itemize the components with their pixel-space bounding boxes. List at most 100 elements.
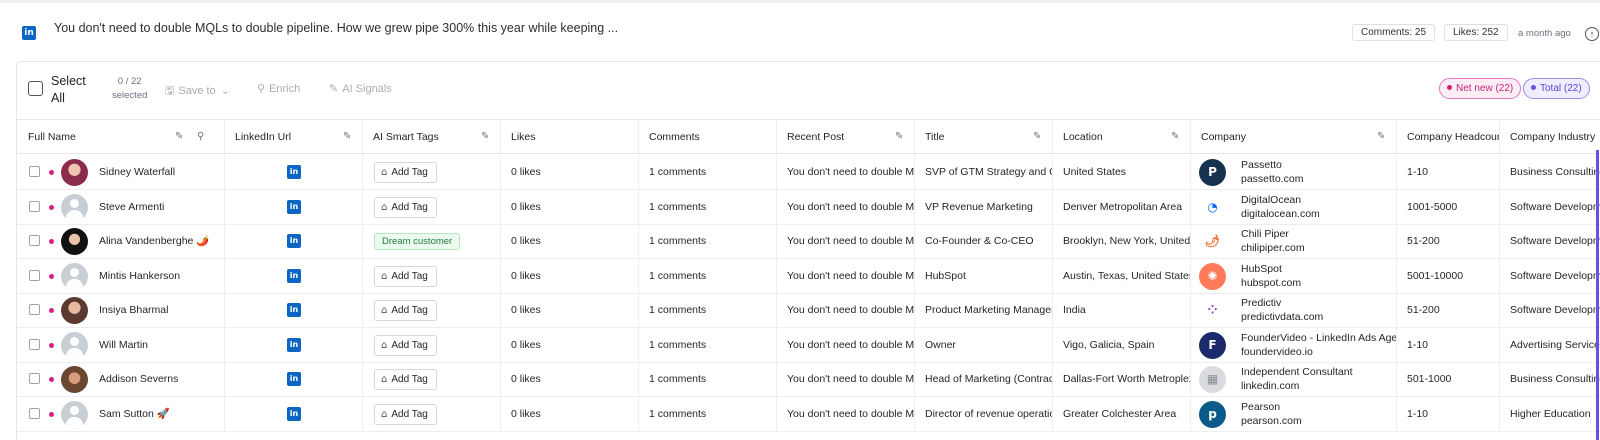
column-header-recent-post[interactable]: Recent Post ✎ bbox=[777, 120, 915, 153]
add-tag-button[interactable]: ⌂ Add Tag bbox=[374, 300, 437, 321]
table-row[interactable]: Steve Armenti in ⌂ Add Tag 0 likes 1 comm… bbox=[17, 189, 1600, 225]
company-domain[interactable]: chilipiper.com bbox=[1241, 241, 1305, 255]
company-name[interactable]: Pearson bbox=[1241, 400, 1280, 414]
scrollbar-accent[interactable] bbox=[1596, 150, 1599, 440]
column-header-company-headcount[interactable]: Company Headcount bbox=[1397, 120, 1500, 153]
row-checkbox[interactable] bbox=[29, 338, 40, 350]
row-checkbox[interactable] bbox=[29, 200, 40, 212]
pencil-icon[interactable]: ✎ bbox=[1377, 120, 1385, 153]
cell-recent-post[interactable]: You don't need to double MQLs bbox=[777, 155, 915, 189]
company-domain[interactable]: predictivdata.com bbox=[1241, 310, 1323, 324]
column-header-company-industry[interactable]: Company Industry bbox=[1500, 120, 1600, 153]
table-row[interactable]: Mintis Hankerson in ⌂ Add Tag 0 likes 1 c… bbox=[17, 258, 1600, 294]
pencil-icon[interactable]: ✎ bbox=[481, 120, 489, 153]
pencil-icon[interactable]: ✎ bbox=[1033, 120, 1041, 153]
column-header-full-name[interactable]: Full Name ✎ ⚲ bbox=[17, 120, 225, 153]
linkedin-icon[interactable]: in bbox=[287, 165, 301, 179]
row-checkbox[interactable] bbox=[29, 166, 40, 177]
column-header-likes[interactable]: Likes bbox=[501, 120, 639, 153]
company-domain[interactable]: digitalocean.com bbox=[1241, 207, 1320, 221]
company-domain[interactable]: pearson.com bbox=[1241, 414, 1302, 428]
add-tag-button[interactable]: ⌂ Add Tag bbox=[374, 334, 437, 356]
person-name[interactable]: Will Martin bbox=[99, 328, 148, 362]
company-name[interactable]: Predictiv bbox=[1241, 296, 1281, 310]
row-checkbox[interactable] bbox=[29, 407, 40, 419]
add-tag-button[interactable]: ⌂ Add Tag bbox=[374, 265, 437, 287]
table-row[interactable]: Will Martin in ⌂ Add Tag 0 likes 1 commen… bbox=[17, 327, 1600, 363]
company-domain[interactable]: linkedin.com bbox=[1241, 379, 1299, 393]
table-row[interactable]: Insiya Bharmal in ⌂ Add Tag 0 likes 1 com… bbox=[17, 293, 1600, 328]
linkedin-icon[interactable]: in bbox=[22, 26, 36, 40]
pencil-icon[interactable]: ✎ bbox=[175, 120, 183, 153]
cell-recent-post[interactable]: You don't need to double MQLs bbox=[777, 293, 915, 327]
pin-icon[interactable]: ⚲ bbox=[197, 120, 204, 153]
linkedin-icon[interactable]: in bbox=[287, 234, 301, 248]
table-row[interactable]: Addison Severns in ⌂ Add Tag 0 likes 1 co… bbox=[17, 362, 1600, 397]
row-checkbox[interactable] bbox=[29, 235, 40, 246]
linkedin-icon[interactable]: in bbox=[287, 337, 301, 352]
arrow-up-icon[interactable]: ↑ bbox=[1585, 27, 1599, 41]
cell-company: P Passetto passetto.com bbox=[1191, 155, 1397, 189]
cell-recent-post[interactable]: You don't need to double MQLs bbox=[777, 258, 915, 293]
cell-full-name: Will Martin bbox=[17, 327, 225, 362]
table-row[interactable]: Alina Vandenberghe 🌶️ in Dream customer … bbox=[17, 224, 1600, 259]
person-name[interactable]: Insiya Bharmal bbox=[99, 293, 168, 327]
smart-tag-chip[interactable]: Dream customer bbox=[374, 233, 461, 250]
row-checkbox[interactable] bbox=[29, 269, 40, 281]
person-name[interactable]: Mintis Hankerson bbox=[99, 259, 180, 293]
linkedin-icon[interactable]: in bbox=[287, 303, 301, 317]
cell-recent-post[interactable]: You don't need to double MQLs bbox=[777, 362, 915, 396]
pencil-icon[interactable]: ✎ bbox=[343, 120, 351, 153]
column-header-ai-smart-tags[interactable]: AI Smart Tags ✎ bbox=[363, 120, 501, 153]
cell-likes: 0 likes bbox=[501, 293, 639, 327]
company-domain[interactable]: passetto.com bbox=[1241, 172, 1303, 186]
enrich-button[interactable]: ⚲ Enrich bbox=[257, 82, 300, 95]
cell-recent-post[interactable]: You don't need to double MQLs bbox=[777, 224, 915, 258]
add-tag-button[interactable]: ⌂ Add Tag bbox=[374, 403, 437, 425]
table-row[interactable]: Sam Sutton 🚀 in ⌂ Add Tag 0 likes 1 comme… bbox=[17, 396, 1600, 432]
company-domain[interactable]: foundervideo.io bbox=[1241, 345, 1313, 359]
cell-company-headcount: 501-1000 bbox=[1397, 362, 1500, 396]
ai-signals-button[interactable]: ✎ AI Signals bbox=[329, 82, 392, 95]
pencil-icon[interactable]: ✎ bbox=[895, 120, 903, 153]
column-header-location[interactable]: Location ✎ bbox=[1053, 120, 1191, 153]
cell-ai-smart-tags: ⌂ Add Tag bbox=[363, 189, 501, 224]
company-name[interactable]: Independent Consultant bbox=[1241, 365, 1353, 379]
company-name[interactable]: HubSpot bbox=[1241, 262, 1282, 276]
post-text[interactable]: You don't need to double MQLs to double … bbox=[54, 21, 618, 35]
net-new-filter[interactable]: Net new (22) bbox=[1439, 78, 1522, 99]
row-checkbox[interactable] bbox=[29, 373, 40, 384]
save-to-button[interactable]: 🖫 Save to ⌄ bbox=[165, 82, 234, 101]
person-name[interactable]: Alina Vandenberghe 🌶️ bbox=[99, 224, 209, 258]
company-domain[interactable]: hubspot.com bbox=[1241, 276, 1301, 290]
column-header-linkedin-url[interactable]: LinkedIn Url ✎ bbox=[225, 120, 363, 153]
row-checkbox[interactable] bbox=[29, 304, 40, 315]
linkedin-icon[interactable]: in bbox=[287, 199, 301, 214]
column-header-comments[interactable]: Comments bbox=[639, 120, 777, 153]
pencil-icon[interactable]: ✎ bbox=[1171, 120, 1179, 153]
column-header-title[interactable]: Title ✎ bbox=[915, 120, 1053, 153]
company-name[interactable]: Passetto bbox=[1241, 158, 1282, 172]
add-tag-button[interactable]: ⌂ Add Tag bbox=[374, 162, 437, 183]
company-name[interactable]: FounderVideo - LinkedIn Ads Agency bbox=[1241, 331, 1396, 345]
table-row[interactable]: Sidney Waterfall in ⌂ Add Tag 0 likes 1 c… bbox=[17, 155, 1600, 190]
person-name[interactable]: Steve Armenti bbox=[99, 190, 164, 224]
linkedin-icon[interactable]: in bbox=[287, 406, 301, 421]
linkedin-icon[interactable]: in bbox=[287, 372, 301, 386]
cell-title: Product Marketing Manager bbox=[915, 293, 1053, 327]
cell-recent-post[interactable]: You don't need to double MQLs bbox=[777, 189, 915, 224]
cell-recent-post[interactable]: You don't need to double MQLs bbox=[777, 327, 915, 362]
company-name[interactable]: DigitalOcean bbox=[1241, 193, 1301, 207]
person-name[interactable]: Sidney Waterfall bbox=[99, 155, 175, 189]
select-all-checkbox[interactable] bbox=[28, 81, 43, 96]
company-name[interactable]: Chili Piper bbox=[1241, 227, 1289, 241]
person-name[interactable]: Addison Severns bbox=[99, 362, 178, 396]
linkedin-icon[interactable]: in bbox=[287, 268, 301, 283]
add-tag-button[interactable]: ⌂ Add Tag bbox=[374, 196, 437, 218]
column-header-company[interactable]: Company ✎ bbox=[1191, 120, 1397, 153]
cell-recent-post[interactable]: You don't need to double MQLs bbox=[777, 396, 915, 431]
total-filter[interactable]: Total (22) bbox=[1523, 78, 1590, 99]
add-tag-button[interactable]: ⌂ Add Tag bbox=[374, 369, 437, 390]
person-name[interactable]: Sam Sutton 🚀 bbox=[99, 397, 170, 431]
select-all-label[interactable]: Select All bbox=[51, 73, 97, 107]
